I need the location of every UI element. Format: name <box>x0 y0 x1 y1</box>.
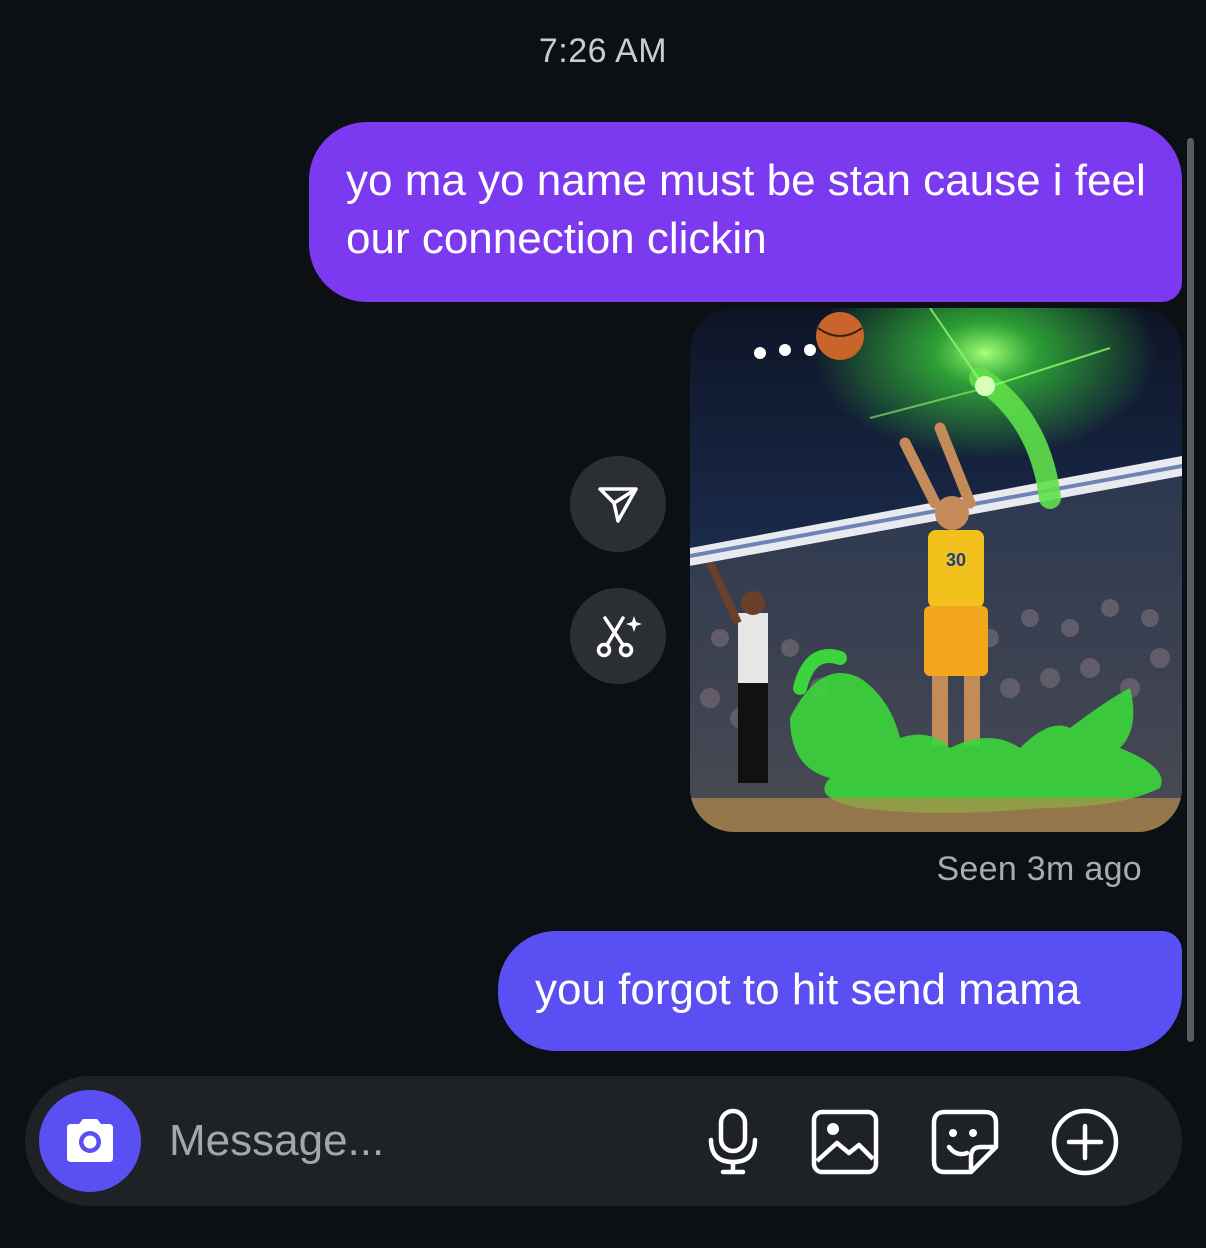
read-receipt: Seen 3m ago <box>936 850 1142 888</box>
voice-message-button[interactable] <box>697 1106 769 1178</box>
cutout-button[interactable] <box>570 588 666 684</box>
sent-image-message[interactable]: 30 <box>690 308 1182 832</box>
basketball-player-photo: 30 <box>690 308 1182 832</box>
gallery-icon <box>811 1109 879 1175</box>
camera-button[interactable] <box>39 1090 141 1192</box>
sent-message-bubble[interactable]: yo ma yo name must be stan cause i feel … <box>309 122 1182 302</box>
message-input[interactable] <box>169 1106 669 1176</box>
share-button[interactable] <box>570 456 666 552</box>
message-text: you forgot to hit send mama <box>535 965 1081 1014</box>
mic-icon <box>708 1108 758 1175</box>
sticker-button[interactable] <box>929 1106 1001 1178</box>
camera-icon <box>67 1119 113 1162</box>
plus-circle-icon <box>1051 1108 1119 1176</box>
message-timestamp: 7:26 AM <box>538 32 668 70</box>
more-options-button[interactable] <box>1049 1106 1121 1178</box>
gallery-button[interactable] <box>809 1106 881 1178</box>
scrollbar[interactable] <box>1187 138 1194 1042</box>
sticker-icon <box>931 1109 999 1175</box>
send-icon <box>598 487 638 523</box>
message-text: yo ma yo name must be stan cause i feel … <box>346 156 1146 263</box>
sent-message-bubble[interactable]: you forgot to hit send mama <box>498 931 1182 1051</box>
message-composer <box>25 1076 1182 1206</box>
chat-screen: 7:26 AM yo ma yo name must be stan cause… <box>0 0 1206 1248</box>
jersey-number: 30 <box>946 550 966 570</box>
scissors-sparkle-icon <box>596 616 642 658</box>
